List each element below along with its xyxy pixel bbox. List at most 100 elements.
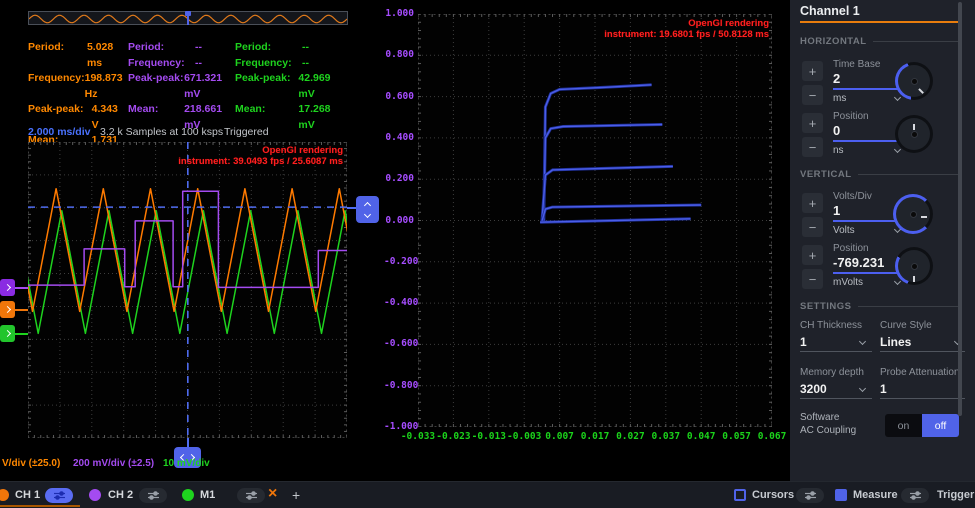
voltsdiv-knob[interactable] (893, 194, 933, 234)
math-offset-connector (14, 333, 28, 335)
horizontal-section-heading: HORIZONTAL (800, 36, 958, 47)
hposition-underline (833, 140, 905, 142)
xy-y-tick-label: 0.400 (384, 132, 414, 143)
meas-label: Frequency: (28, 71, 85, 102)
hposition-unit-select[interactable]: ns (833, 145, 844, 156)
meas-label: Period: (28, 40, 87, 71)
ch1-offset-connector (14, 309, 28, 311)
close-math-button[interactable]: × (268, 485, 277, 503)
measure-settings-button[interactable] (901, 488, 929, 503)
timebase-readout[interactable]: 2.000 ms/div (28, 126, 90, 138)
vposition-increment-button[interactable]: + (802, 245, 823, 265)
vposition-value[interactable]: -769.231 (833, 255, 884, 270)
chevron-down-icon[interactable] (894, 94, 901, 101)
hposition-label: Position (833, 111, 869, 122)
trigger-level-connector (347, 207, 356, 209)
ch1-tab[interactable]: CH 1 (15, 489, 40, 501)
trigger-position-connector (187, 438, 189, 447)
meas-value: 5.028 ms (87, 40, 126, 71)
vposition-knob[interactable] (895, 247, 933, 285)
timebase-decrement-button[interactable]: − (802, 85, 823, 105)
xy-canvas (418, 14, 772, 427)
ac-coupling-on-button[interactable]: on (885, 414, 922, 437)
xy-plot[interactable]: OpenGl rendering instrument: 19.6801 fps… (418, 14, 772, 427)
chevron-down-icon[interactable] (859, 338, 866, 345)
m1-settings-button[interactable] (237, 488, 265, 503)
oscilloscope-app: { "colors": { "accent_blue": "#5063e8", … (0, 0, 975, 508)
memory-depth-select[interactable]: 3200 (800, 382, 827, 396)
hposition-value[interactable]: 0 (833, 123, 840, 138)
active-tab-underline (0, 505, 80, 507)
cursors-checkbox[interactable] (734, 489, 746, 501)
measure-label[interactable]: Measure (853, 489, 898, 501)
ac-coupling-label-line1: Software (800, 412, 839, 423)
hposition-knob[interactable] (895, 115, 933, 153)
curve-style-select[interactable]: Lines (880, 335, 911, 349)
curve-style-underline (880, 351, 965, 352)
ac-coupling-toggle[interactable]: on off (885, 414, 959, 437)
bottom-bar: CH 1 CH 2 M1 × + Cursors Measure Trigger (0, 481, 975, 508)
xy-x-tick-label: 0.017 (581, 431, 610, 442)
xy-render-stats: OpenGl rendering instrument: 19.6801 fps… (559, 18, 769, 40)
xy-y-tick-label: -0.800 (384, 380, 414, 391)
voltsdiv-unit-select[interactable]: Volts (833, 225, 855, 236)
math-vdiv-label: 10 mV/div (163, 458, 210, 469)
scope-render-stats: OpenGl rendering instrument: 39.0493 fps… (143, 145, 343, 167)
meas-value: -- (195, 56, 202, 72)
ch-thickness-select[interactable]: 1 (800, 335, 807, 349)
scope-plot[interactable]: OpenGl rendering instrument: 39.0493 fps… (28, 142, 347, 438)
hposition-decrement-button[interactable]: − (802, 137, 823, 157)
panel-title: Channel 1 (800, 4, 860, 18)
panel-scrollbar[interactable] (958, 2, 962, 416)
math-offset-handle[interactable] (0, 325, 15, 342)
chevron-right-icon (4, 284, 11, 291)
ch2-tab[interactable]: CH 2 (108, 489, 133, 501)
ch1-settings-button[interactable] (45, 488, 73, 503)
measurements-ch2: Period:-- Frequency:-- Peak-peak:671.321… (128, 40, 232, 133)
m1-tab[interactable]: M1 (200, 489, 215, 501)
ch1-color-dot (0, 489, 9, 501)
probe-attenuation-label: Probe Attenuation (880, 367, 960, 378)
memory-depth-label: Memory depth (800, 367, 864, 378)
vposition-unit-select[interactable]: mVolts (833, 277, 863, 288)
voltsdiv-increment-button[interactable]: + (802, 193, 823, 213)
cursors-settings-button[interactable] (796, 488, 824, 503)
panel-title-underline (800, 21, 958, 23)
ch2-settings-button[interactable] (139, 488, 167, 503)
ch2-offset-handle[interactable] (0, 279, 15, 296)
hposition-increment-button[interactable]: + (802, 113, 823, 133)
ch1-vdiv-label: V/div (±25.0) (2, 458, 60, 469)
measurements-m1: Period:-- Frequency:-- Peak-peak:42.969 … (235, 40, 347, 133)
voltsdiv-value[interactable]: 1 (833, 203, 840, 218)
ch2-offset-connector (14, 287, 28, 289)
timebase-unit-select[interactable]: ms (833, 93, 846, 104)
measure-checkbox[interactable] (835, 489, 847, 501)
ch2-color-dot (89, 489, 101, 501)
cursors-label[interactable]: Cursors (752, 489, 794, 501)
xy-y-tick-label: 0.800 (384, 49, 414, 60)
timebase-value[interactable]: 2 (833, 71, 840, 86)
vposition-decrement-button[interactable]: − (802, 269, 823, 289)
add-channel-button[interactable]: + (292, 487, 300, 503)
vertical-section-heading: VERTICAL (800, 169, 958, 180)
timebase-knob[interactable] (895, 62, 933, 100)
trigger-label[interactable]: Trigger (937, 489, 974, 501)
meas-value: 42.969 mV (298, 71, 347, 102)
ac-coupling-off-button[interactable]: off (922, 414, 959, 437)
voltsdiv-decrement-button[interactable]: − (802, 217, 823, 237)
xy-x-tick-label: -0.003 (507, 431, 541, 442)
meas-value: 671.321 mV (184, 71, 232, 102)
trigger-level-handle[interactable] (356, 196, 379, 223)
xy-x-tick-label: -0.023 (436, 431, 470, 442)
chevron-down-icon[interactable] (859, 385, 866, 392)
ch1-offset-handle[interactable] (0, 301, 15, 318)
xy-x-tick-label: 0.037 (651, 431, 680, 442)
xy-y-tick-label: 0.200 (384, 173, 414, 184)
waveform-preview-strip[interactable] (28, 11, 348, 25)
probe-attenuation-input[interactable]: 1 (880, 382, 887, 396)
settings-section-heading: SETTINGS (800, 301, 958, 312)
probe-attenuation-underline (880, 398, 965, 399)
xy-x-tick-label: -0.033 (401, 431, 435, 442)
timebase-increment-button[interactable]: + (802, 61, 823, 81)
chevron-right-icon (4, 306, 11, 313)
